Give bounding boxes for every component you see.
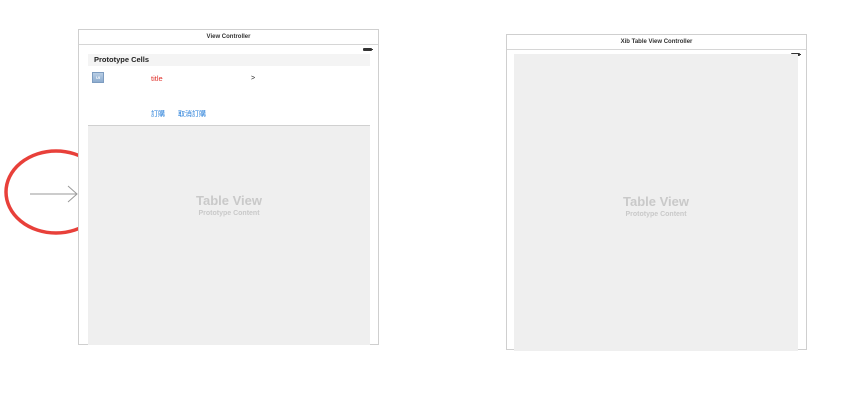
table-view[interactable]: Table View Prototype Content (88, 125, 370, 345)
scene-title[interactable]: View Controller (79, 30, 378, 45)
prototype-content-placeholder: Prototype Content (198, 210, 260, 217)
battery-icon (363, 48, 373, 51)
scene-title[interactable]: Xib Table View Controller (507, 35, 806, 50)
table-view[interactable]: Table View Prototype Content (514, 54, 798, 351)
prototype-content-placeholder: Prototype Content (625, 211, 687, 218)
view-controller-scene[interactable]: View Controller Prototype Cells UI title… (78, 29, 379, 345)
cancel-order-button[interactable]: 取消訂購 (178, 109, 206, 119)
prototype-cells-header: Prototype Cells (88, 54, 370, 66)
table-view-placeholder-title: Table View (196, 193, 262, 208)
xib-table-view-controller-scene[interactable]: Xib Table View Controller Table View Pro… (506, 34, 807, 351)
storyboard-canvas[interactable]: View Controller Prototype Cells UI title… (0, 0, 849, 407)
order-button[interactable]: 訂購 (151, 109, 165, 119)
cell-title-label[interactable]: title (151, 74, 163, 83)
image-view-icon[interactable]: UI (92, 72, 104, 83)
chevron-right-icon[interactable]: > (251, 75, 255, 82)
table-view-placeholder-title: Table View (623, 194, 689, 209)
